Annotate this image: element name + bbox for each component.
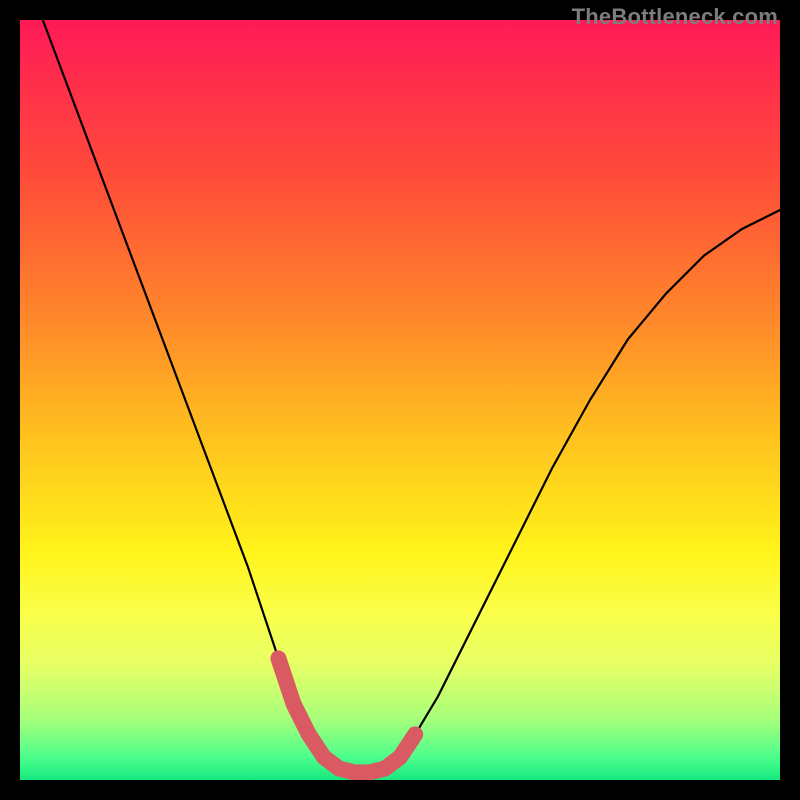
plot-area <box>20 20 780 780</box>
sweet-spot-dot <box>303 728 315 740</box>
sweet-spot-dot <box>348 766 360 778</box>
sweet-spot-dot <box>394 751 406 763</box>
chart-frame: TheBottleneck.com <box>0 0 800 800</box>
sweet-spot-dot <box>288 698 300 710</box>
sweet-spot-dot <box>333 763 345 775</box>
watermark-text: TheBottleneck.com <box>572 4 778 30</box>
sweet-spot-dot <box>409 728 421 740</box>
sweet-spot-dot <box>318 751 330 763</box>
chart-svg <box>20 20 780 780</box>
sweet-spot-dot <box>364 766 376 778</box>
gradient-background <box>20 20 780 780</box>
sweet-spot-dot <box>379 763 391 775</box>
sweet-spot-dot <box>272 652 284 664</box>
